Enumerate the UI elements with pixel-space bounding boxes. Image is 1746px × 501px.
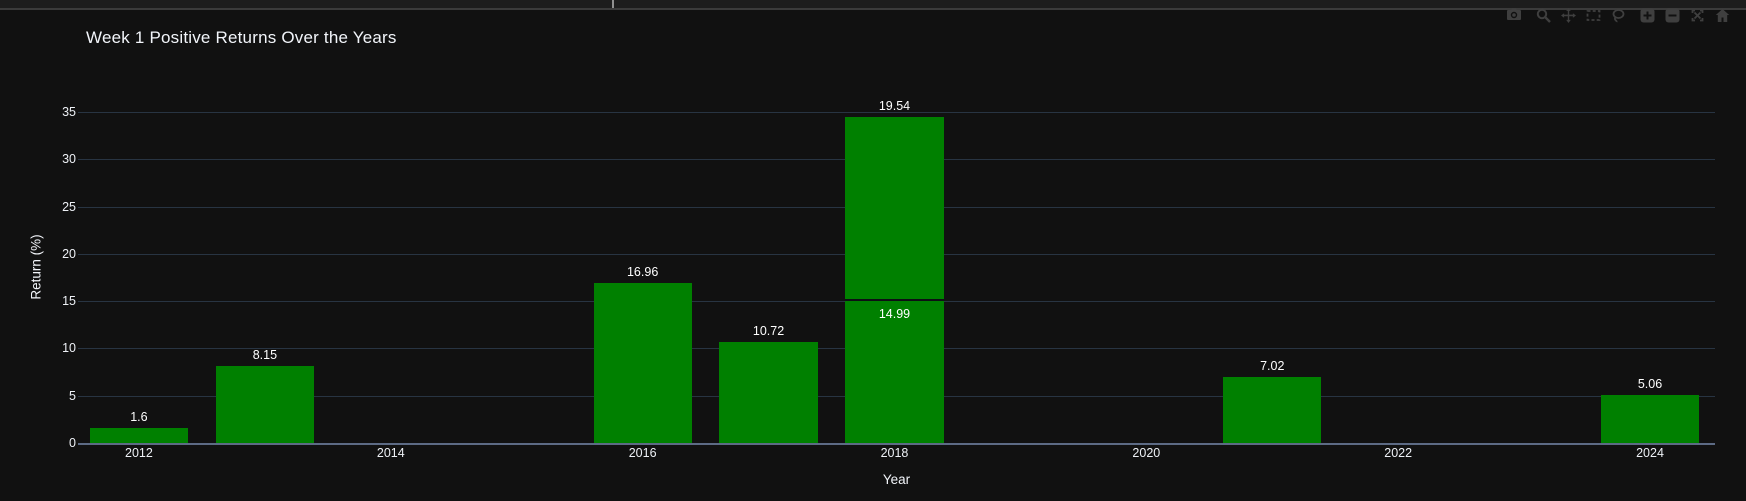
bar-2012[interactable] xyxy=(89,427,189,443)
y-tick-label: 0 xyxy=(69,436,76,450)
bar-value-label: 7.02 xyxy=(1260,358,1285,373)
zoom-icon[interactable] xyxy=(1535,7,1551,23)
reset-axes-home-icon[interactable] xyxy=(1714,7,1730,23)
x-tick-label: 2016 xyxy=(628,446,657,460)
y-tick-label: 15 xyxy=(62,294,76,309)
bar-2018-seg1[interactable] xyxy=(845,301,944,443)
x-tick-label: 2024 xyxy=(1636,446,1664,460)
box-select-icon[interactable] xyxy=(1585,7,1601,23)
bar-2013[interactable] xyxy=(215,365,314,443)
bar-value-label: 16.96 xyxy=(626,264,659,279)
y-tick-label: 10 xyxy=(62,341,76,356)
bar-value-label: 1.6 xyxy=(130,409,148,424)
y-tick-label: 30 xyxy=(62,152,76,167)
chart-title: Week 1 Positive Returns Over the Years xyxy=(86,28,397,47)
y-tick-label: 35 xyxy=(62,105,76,120)
bar-2024[interactable] xyxy=(1600,395,1700,443)
bar-value-label: 10.72 xyxy=(752,323,785,338)
x-tick-label: 2014 xyxy=(376,446,405,460)
bar-2017[interactable] xyxy=(719,341,818,443)
x-tick-label: 2020 xyxy=(1132,446,1161,460)
camera-icon[interactable] xyxy=(1506,7,1522,23)
window-top-strip xyxy=(0,0,1746,10)
x-tick-label: 2012 xyxy=(125,446,153,460)
bar-2016[interactable] xyxy=(593,282,692,443)
x-tick-label: 2022 xyxy=(1384,446,1413,460)
lasso-icon[interactable] xyxy=(1610,7,1626,23)
pane-divider[interactable] xyxy=(612,0,614,8)
x-tick-label: 2018 xyxy=(880,446,909,460)
x-axis-title: Year xyxy=(882,472,911,487)
y-tick-label: 20 xyxy=(62,246,76,261)
zoom-in-icon[interactable] xyxy=(1639,7,1655,23)
pan-icon[interactable] xyxy=(1560,7,1576,23)
y-tick-label: 25 xyxy=(62,199,76,214)
autoscale-icon[interactable] xyxy=(1689,7,1705,23)
x-axis-zeroline xyxy=(78,443,1715,445)
bar-2018-seg2[interactable] xyxy=(845,116,944,302)
plotly-modebar xyxy=(1506,6,1730,24)
bar-value-label: 5.06 xyxy=(1637,377,1663,392)
zoom-out-icon[interactable] xyxy=(1664,7,1680,23)
y-tick-label: 5 xyxy=(69,388,76,403)
bar-2021[interactable] xyxy=(1223,376,1322,443)
bar-value-label-inside: 14.99 xyxy=(878,307,911,322)
bar-value-label: 8.15 xyxy=(252,347,278,362)
y-axis-title: Return (%) xyxy=(28,234,44,300)
bar-value-label: 19.54 xyxy=(878,98,911,113)
